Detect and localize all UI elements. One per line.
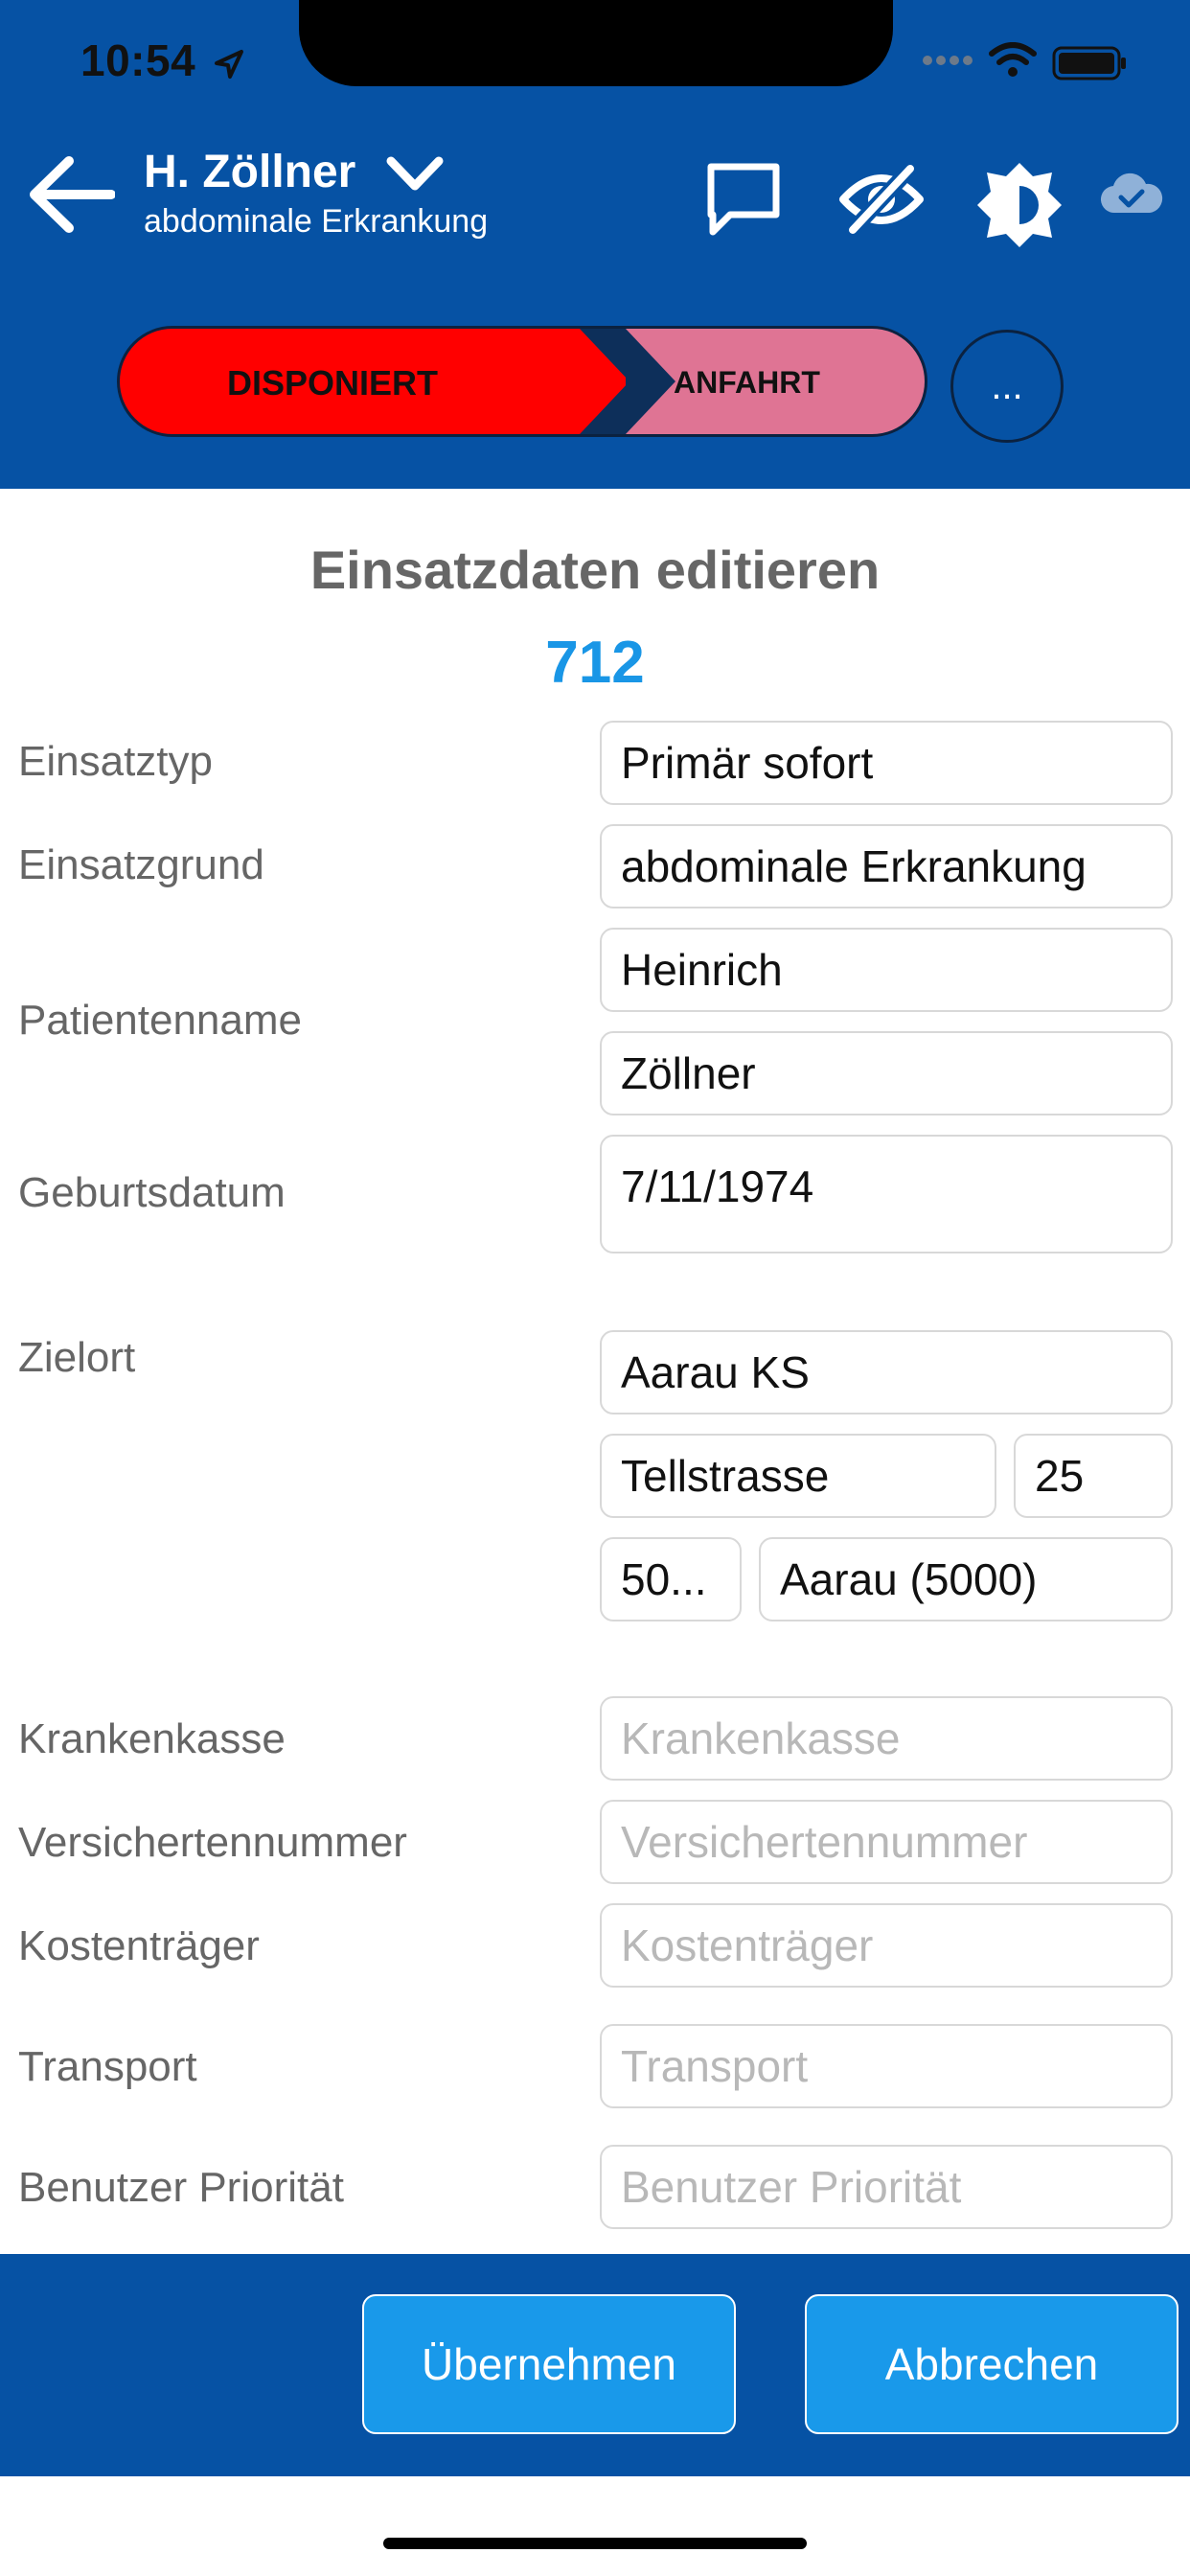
- chat-icon[interactable]: [705, 161, 782, 238]
- field-ort[interactable]: Aarau (5000): [759, 1537, 1173, 1622]
- back-arrow-icon[interactable]: [27, 153, 115, 236]
- field-hausnummer[interactable]: 25: [1014, 1434, 1173, 1518]
- field-einsatzgrund[interactable]: abdominale Erkrankung: [600, 824, 1173, 908]
- step-disponiert-label: DISPONIERT: [227, 363, 439, 402]
- location-arrow-icon: [215, 50, 243, 79]
- brightness-icon[interactable]: [973, 159, 1065, 251]
- label-versichertennummer: Versichertennummer: [18, 1819, 407, 1866]
- field-plz[interactable]: 50...: [600, 1537, 742, 1622]
- label-kostentraeger: Kostenträger: [18, 1922, 260, 1969]
- eye-off-icon[interactable]: [837, 161, 926, 238]
- label-geburtsdatum: Geburtsdatum: [18, 1169, 286, 1216]
- record-number: 712: [545, 630, 645, 696]
- device-notch: [299, 0, 893, 86]
- cancel-button[interactable]: Abbrechen: [805, 2294, 1179, 2434]
- more-button[interactable]: ...: [950, 330, 1064, 443]
- field-vorname[interactable]: Heinrich: [600, 928, 1173, 1012]
- step-disponiert-arrow: [580, 329, 629, 434]
- label-zielort: Zielort: [18, 1334, 136, 1381]
- header-title[interactable]: H. Zöllner: [144, 146, 355, 198]
- home-indicator: [383, 2538, 807, 2549]
- field-benutzer-prioritaet[interactable]: Benutzer Priorität: [600, 2145, 1173, 2229]
- battery-icon: [1052, 46, 1126, 80]
- status-stepper[interactable]: DISPONIERT ANFAHRT: [117, 326, 927, 437]
- field-geburtsdatum[interactable]: 7/11/1974: [600, 1135, 1173, 1254]
- wifi-icon: [989, 42, 1037, 77]
- label-einsatzgrund: Einsatzgrund: [18, 841, 264, 888]
- step-anfahrt-notch: [626, 329, 675, 434]
- label-benutzer-prioritaet: Benutzer Priorität: [18, 2164, 344, 2211]
- field-strasse[interactable]: Tellstrasse: [600, 1434, 996, 1518]
- step-anfahrt-label: ANFAHRT: [674, 365, 820, 400]
- field-krankenkasse[interactable]: Krankenkasse: [600, 1696, 1173, 1781]
- field-transport[interactable]: Transport: [600, 2024, 1173, 2108]
- label-patientenname: Patientenname: [18, 997, 302, 1044]
- label-krankenkasse: Krankenkasse: [18, 1715, 286, 1762]
- page-title: Einsatzdaten editieren: [309, 540, 881, 600]
- cellular-signal-icon: [923, 56, 973, 65]
- header-subtitle: abdominale Erkrankung: [144, 203, 489, 240]
- field-nachname[interactable]: Zöllner: [600, 1031, 1173, 1116]
- apply-button[interactable]: Übernehmen: [362, 2294, 736, 2434]
- cloud-check-icon: [1100, 172, 1163, 214]
- chevron-down-icon[interactable]: [385, 155, 445, 194]
- field-einsatztyp[interactable]: Primär sofort: [600, 721, 1173, 805]
- field-versichertennummer[interactable]: Versichertennummer: [600, 1800, 1173, 1884]
- label-transport: Transport: [18, 2043, 197, 2090]
- field-zielort-name[interactable]: Aarau KS: [600, 1330, 1173, 1414]
- label-einsatztyp: Einsatztyp: [18, 738, 213, 785]
- status-time: 10:54: [80, 35, 196, 85]
- field-kostentraeger[interactable]: Kostenträger: [600, 1903, 1173, 1988]
